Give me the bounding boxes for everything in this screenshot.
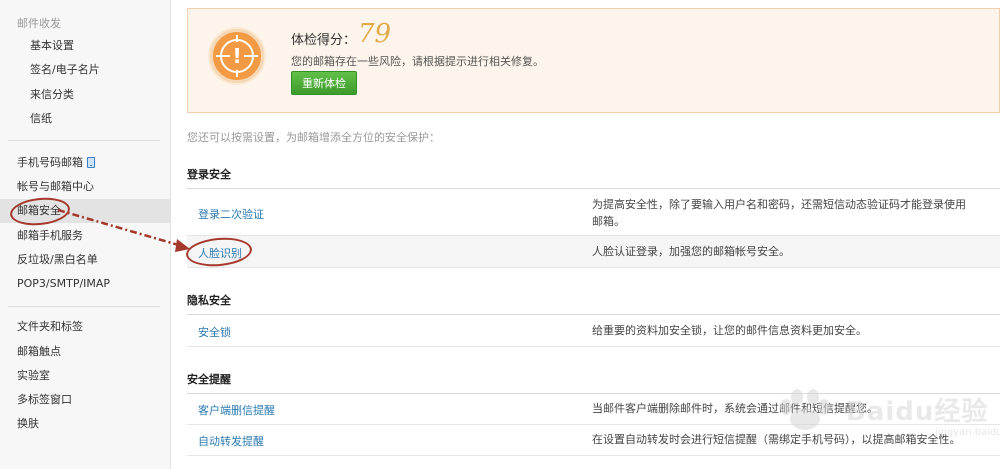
row-description: 给重要的资料加安全锁，让您的邮件信息资料更加安全。: [592, 324, 867, 337]
security-lock-link[interactable]: 安全锁: [198, 324, 231, 340]
sidebar-divider: [8, 306, 160, 307]
sidebar-item-label: 手机号码邮箱: [17, 156, 83, 169]
baidu-watermark: Baidu经验 jingyan.baidu.com: [770, 385, 1000, 445]
table-row: 安全锁 给重要的资料加安全锁，让您的邮件信息资料更加安全。: [187, 315, 1000, 347]
section-title-privacy-security: 隐私安全: [187, 294, 231, 307]
row-description: 为提高安全性，除了要输入用户名和密码，还需短信动态验证码才能登录使用邮箱。: [592, 198, 966, 228]
sidebar-item-pop3-smtp-imap[interactable]: POP3/SMTP/IMAP: [0, 272, 170, 296]
phone-icon: [87, 157, 95, 168]
watermark-text: Baidu经验: [846, 397, 989, 427]
score-label: 体检得分：: [291, 33, 357, 48]
warning-target-icon: !: [210, 29, 264, 83]
sidebar-item-stationery[interactable]: 信纸: [0, 107, 170, 131]
table-row: 登录二次验证 为提高安全性，除了要输入用户名和密码，还需短信动态验证码才能登录使…: [187, 189, 1000, 236]
exclamation-mark: !: [230, 42, 244, 70]
client-delete-alert-link[interactable]: 客户端删信提醒: [198, 402, 275, 418]
section-title-login-security: 登录安全: [187, 168, 231, 181]
sidebar-item-skin[interactable]: 换肤: [0, 412, 170, 436]
sidebar-item-folders-labels[interactable]: 文件夹和标签: [0, 315, 170, 339]
sidebar-item-account-center[interactable]: 帐号与邮箱中心: [0, 175, 170, 199]
sidebar-item-lab[interactable]: 实验室: [0, 364, 170, 388]
auto-forward-alert-link[interactable]: 自动转发提醒: [198, 433, 264, 449]
score-value: 79: [358, 19, 392, 49]
section-title-security-alerts: 安全提醒: [187, 373, 231, 386]
two-step-verification-link[interactable]: 登录二次验证: [198, 206, 264, 222]
row-description: 人脸认证登录，加强您的邮箱帐号安全。: [592, 245, 790, 258]
sidebar-divider: [8, 140, 160, 141]
sidebar-item-phone-mailbox[interactable]: 手机号码邮箱: [0, 151, 170, 175]
table-row: 人脸识别 人脸认证登录，加强您的邮箱帐号安全。: [187, 236, 1000, 268]
sidebar-item-touchpoints[interactable]: 邮箱触点: [0, 340, 170, 364]
sidebar-item-signature[interactable]: 签名/电子名片: [0, 58, 170, 82]
recheck-button[interactable]: 重新体检: [291, 71, 357, 95]
annotation-arrow: [57, 208, 190, 252]
watermark-url: jingyan.baidu.com: [935, 427, 1000, 438]
sidebar-item-basic-settings[interactable]: 基本设置: [0, 34, 170, 58]
sidebar-item-mail-filter[interactable]: 来信分类: [0, 83, 170, 107]
health-score-panel: ! 体检得分： 79 您的邮箱存在一些风险，请根据提示进行相关修复。 重新体检: [187, 8, 1000, 113]
paw-logo-icon: [780, 389, 830, 430]
score-description: 您的邮箱存在一些风险，请根据提示进行相关修复。: [291, 55, 544, 68]
sidebar-heading-mail: 邮件收发: [17, 17, 61, 30]
security-hint-text: 您还可以按需设置，为邮箱增添全方位的安全保护：: [187, 131, 440, 144]
sidebar-item-multi-tab-window[interactable]: 多标签窗口: [0, 388, 170, 412]
